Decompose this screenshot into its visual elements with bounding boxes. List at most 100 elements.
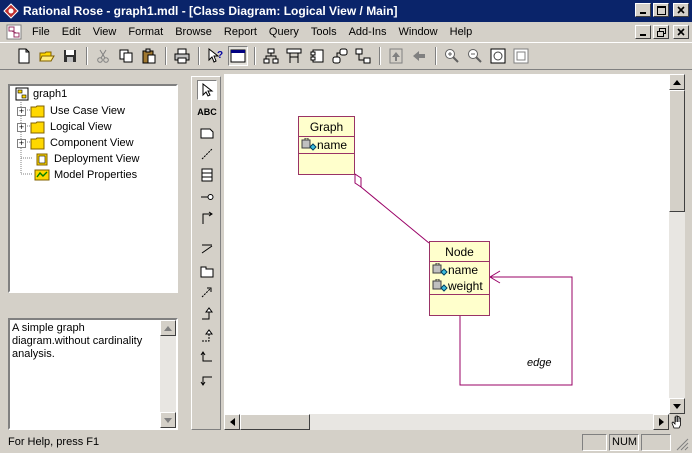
paste-button[interactable]: [139, 46, 159, 66]
note-icon: [200, 128, 214, 139]
diagram-toolbox: ABC: [191, 76, 221, 430]
menu-add-ins[interactable]: Add-Ins: [343, 26, 393, 38]
class-name[interactable]: Graph: [299, 117, 354, 137]
operations-compartment[interactable]: [430, 294, 489, 310]
association-role-label[interactable]: edge: [527, 357, 551, 369]
realize-arrow-icon: [202, 329, 213, 342]
menu-browse[interactable]: Browse: [169, 26, 218, 38]
attribute-row[interactable]: name: [430, 262, 489, 278]
menu-tools[interactable]: Tools: [305, 26, 343, 38]
view-documentation-button[interactable]: [228, 46, 248, 66]
browse-parent-button[interactable]: [386, 46, 406, 66]
rational-rose-app-icon[interactable]: [3, 3, 19, 19]
unidirectional-association-tool[interactable]: [197, 208, 217, 228]
documentation-scrollbar[interactable]: [160, 320, 176, 428]
class-graph[interactable]: Graph name: [298, 116, 355, 175]
zoom-in-icon: [445, 49, 459, 63]
context-help-button[interactable]: ?: [205, 46, 225, 66]
menu-window[interactable]: Window: [393, 26, 444, 38]
link-arrow-icon: [200, 376, 212, 386]
browse-component-diagram-button[interactable]: [307, 46, 327, 66]
scroll-up-button[interactable]: [669, 74, 685, 90]
scroll-up-button[interactable]: [160, 320, 176, 336]
menu-view[interactable]: View: [87, 26, 123, 38]
cut-button[interactable]: [93, 46, 113, 66]
class-diagram-canvas[interactable]: Graph name Node name weight edge: [224, 74, 669, 414]
parent-arrow-icon: [389, 48, 403, 64]
expand-icon[interactable]: +: [17, 138, 26, 148]
menu-format[interactable]: Format: [122, 26, 169, 38]
maximize-button[interactable]: [653, 3, 669, 17]
tree-item-component-view[interactable]: + Component View: [17, 135, 134, 151]
menu-file[interactable]: File: [26, 26, 56, 38]
diagram-horizontal-scrollbar[interactable]: [224, 414, 669, 430]
aggregation-line[interactable]: [360, 186, 430, 244]
menu-edit[interactable]: Edit: [56, 26, 87, 38]
documentation-pane[interactable]: A simple graph diagram.without cardinali…: [8, 318, 178, 430]
resize-grip-icon[interactable]: [676, 438, 689, 451]
copy-button[interactable]: [116, 46, 136, 66]
document-window-icon[interactable]: [6, 24, 22, 40]
child-restore-button[interactable]: [653, 25, 669, 39]
anchor-note-tool[interactable]: [197, 144, 217, 164]
interface-tool[interactable]: [197, 187, 217, 207]
browse-state-diagram-button[interactable]: [330, 46, 350, 66]
scroll-thumb[interactable]: [240, 414, 310, 430]
tree-item-use-case-view[interactable]: + Use Case View: [17, 103, 125, 119]
zoom-out-button[interactable]: [465, 46, 485, 66]
undo-fit-button[interactable]: [511, 46, 531, 66]
class-name[interactable]: Node: [430, 242, 489, 262]
child-close-button[interactable]: [673, 25, 689, 39]
class-tool[interactable]: [197, 165, 217, 185]
attribute-row[interactable]: name: [299, 137, 354, 153]
tree-item-logical-view[interactable]: + Logical View: [17, 119, 112, 135]
print-button[interactable]: [172, 46, 192, 66]
new-button[interactable]: [14, 46, 34, 66]
scroll-down-button[interactable]: [160, 412, 176, 428]
scroll-right-button[interactable]: [653, 414, 669, 430]
child-minimize-button[interactable]: [635, 25, 651, 39]
realize-tool[interactable]: [197, 326, 217, 346]
menu-help[interactable]: Help: [444, 26, 479, 38]
selection-tool[interactable]: [197, 80, 217, 100]
tree-item-root[interactable]: graph1: [14, 86, 67, 102]
private-attribute-icon: [432, 279, 448, 292]
scroll-left-button[interactable]: [224, 414, 240, 430]
save-button[interactable]: [60, 46, 80, 66]
tree-item-deployment-view[interactable]: Deployment View: [30, 151, 139, 167]
expand-icon[interactable]: +: [17, 106, 26, 116]
scroll-thumb[interactable]: [669, 90, 685, 212]
text-tool[interactable]: ABC: [197, 102, 217, 122]
browse-interaction-diagram-button[interactable]: [284, 46, 304, 66]
generalization-tool[interactable]: [197, 304, 217, 324]
tree-label: Logical View: [50, 121, 112, 133]
tree-item-model-properties[interactable]: Model Properties: [30, 167, 137, 183]
minimize-button[interactable]: [635, 3, 651, 17]
dependency-tool[interactable]: [197, 282, 217, 302]
menu-query[interactable]: Query: [263, 26, 305, 38]
browse-deployment-diagram-button[interactable]: [353, 46, 373, 66]
package-tool[interactable]: [197, 261, 217, 281]
scroll-down-button[interactable]: [669, 398, 685, 414]
close-button[interactable]: [673, 3, 689, 17]
class-node[interactable]: Node name weight: [429, 241, 490, 316]
zoom-in-button[interactable]: [442, 46, 462, 66]
fit-in-window-button[interactable]: [488, 46, 508, 66]
link-attribute-tool[interactable]: [197, 370, 217, 390]
association-tool[interactable]: [197, 239, 217, 259]
open-button[interactable]: [37, 46, 57, 66]
browse-class-diagram-button[interactable]: [261, 46, 281, 66]
diagram-vertical-scrollbar[interactable]: [669, 74, 685, 414]
expand-icon[interactable]: +: [17, 122, 26, 132]
pan-hand-button[interactable]: [669, 414, 685, 430]
attribute-row[interactable]: weight: [430, 278, 489, 294]
browse-previous-button[interactable]: [409, 46, 429, 66]
documentation-text[interactable]: A simple graph diagram.without cardinali…: [12, 322, 158, 361]
attribute-label: weight: [448, 279, 483, 293]
aggregation-tool[interactable]: [197, 348, 217, 368]
menu-report[interactable]: Report: [218, 26, 263, 38]
model-browser-tree[interactable]: graph1 + Use Case View + Logical View + …: [8, 84, 178, 293]
operations-compartment[interactable]: [299, 153, 354, 171]
aggregation-diamond[interactable]: [354, 173, 362, 188]
note-tool[interactable]: [197, 123, 217, 143]
